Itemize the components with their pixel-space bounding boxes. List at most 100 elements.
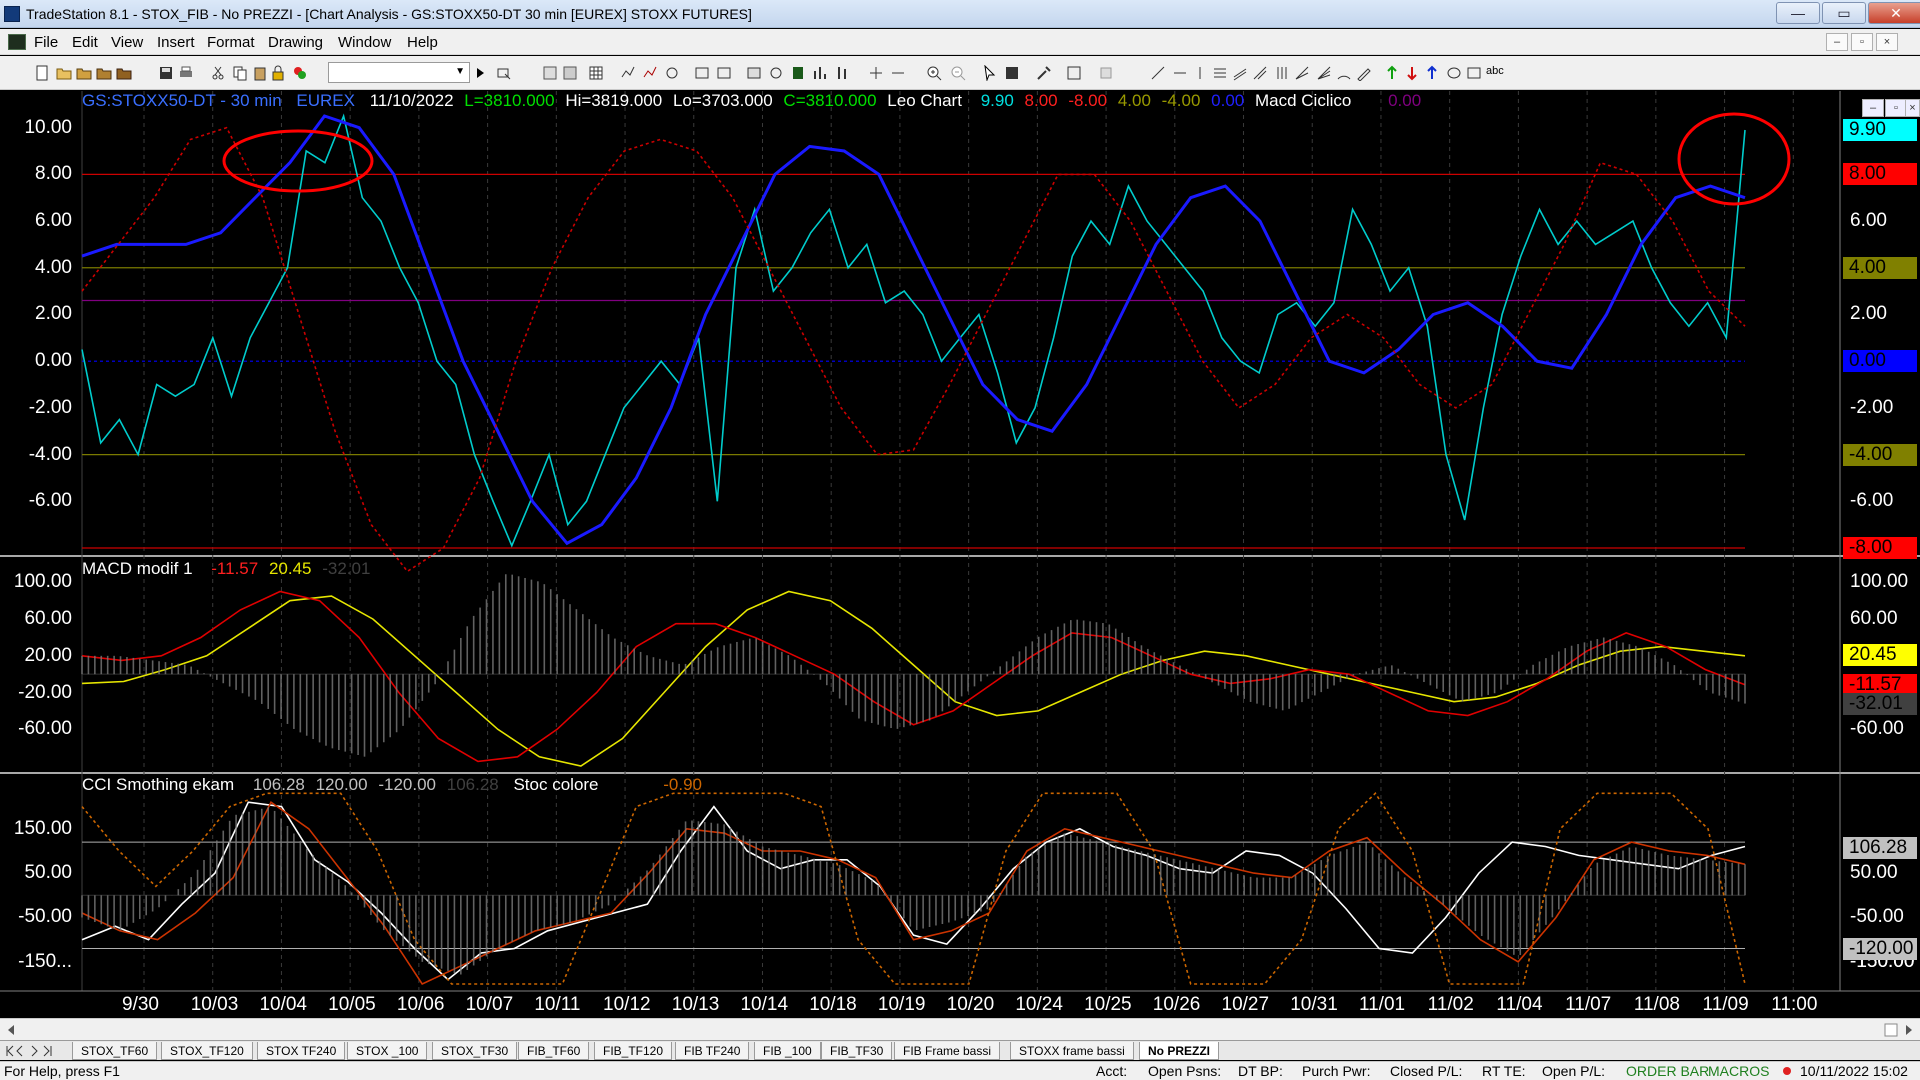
pointer-icon[interactable] [982, 65, 998, 81]
zoom-out-bars-icon[interactable] [890, 65, 906, 81]
rectangle-icon[interactable] [1466, 65, 1482, 81]
menu-insert[interactable]: Insert [157, 34, 195, 51]
right-axis-tick-label: -60.00 [1850, 718, 1904, 740]
ohlc-icon[interactable] [834, 65, 850, 81]
scroll-thumb-icon[interactable] [1884, 1023, 1898, 1037]
save-disk-icon[interactable] [158, 65, 174, 81]
chart-data-icon[interactable] [642, 65, 658, 81]
chevron-down-icon[interactable]: ▼ [455, 66, 465, 77]
minimize-button[interactable]: — [1776, 2, 1820, 24]
tab-navigation-icon[interactable] [4, 1045, 64, 1057]
window-list-icon[interactable] [562, 65, 578, 81]
tools-icon[interactable] [1036, 65, 1052, 81]
format-symbol-icon[interactable] [716, 65, 732, 81]
mdi-close-button[interactable]: × [1876, 33, 1898, 51]
chart-style-icon[interactable] [620, 65, 636, 81]
menu-window[interactable]: Window [338, 34, 391, 51]
text-tool-icon[interactable]: abc [1486, 65, 1510, 81]
arrow-up-green-icon[interactable] [1384, 65, 1400, 81]
speed-lines-icon[interactable] [1294, 65, 1310, 81]
arrow-down-red-icon[interactable] [1404, 65, 1420, 81]
play-arrow-icon[interactable] [472, 65, 488, 81]
pencil-icon[interactable] [1356, 65, 1372, 81]
y-axis-tick-label: -50.00 [18, 906, 72, 928]
ellipse-icon[interactable] [1446, 65, 1462, 81]
tab-fib-tf240[interactable]: FIB TF240 [675, 1042, 750, 1060]
horizontal-scrollbar[interactable] [0, 1018, 1920, 1040]
gann-fan-icon[interactable] [1316, 65, 1332, 81]
tab-stox-tf60[interactable]: STOX_TF60 [72, 1042, 158, 1060]
andrews-pitchfork-icon[interactable] [1252, 65, 1268, 81]
color-palette-icon[interactable] [292, 65, 308, 81]
trendline-icon[interactable] [1150, 65, 1166, 81]
scroll-right-icon[interactable] [1904, 1024, 1914, 1036]
fib-time-icon[interactable] [1274, 65, 1290, 81]
tab-stox-tf240[interactable]: STOX TF240 [257, 1042, 346, 1060]
menu-edit[interactable]: Edit [72, 34, 98, 51]
tab-stox-100[interactable]: STOX _100 [347, 1042, 428, 1060]
data-window-icon[interactable] [790, 65, 806, 81]
alert-icon[interactable] [1098, 65, 1114, 81]
maximize-button[interactable]: ▭ [1822, 2, 1866, 24]
chart-canvas[interactable] [0, 91, 1920, 1024]
strategy-icon[interactable] [768, 65, 784, 81]
open-workspace-icon[interactable] [76, 65, 92, 81]
tab-stoxx-frame-bassi[interactable]: STOXX frame bassi [1010, 1042, 1134, 1060]
status-dt-bp: DT BP: [1238, 1063, 1283, 1079]
arc-icon[interactable] [1336, 65, 1352, 81]
tab-stox-tf30[interactable]: STOX_TF30 [432, 1042, 518, 1060]
tab-fib-100[interactable]: FIB _100 [754, 1042, 821, 1060]
new-icon[interactable] [34, 65, 50, 81]
channel-icon[interactable] [1232, 65, 1248, 81]
menu-drawing[interactable]: Drawing [268, 34, 323, 51]
arrow-up-blue-icon[interactable] [1424, 65, 1440, 81]
chart-analysis-window[interactable]: GS:STOXX50-DT - 30 min EUREX 11/10/2022 … [0, 91, 1920, 1024]
tab-no-prezzi[interactable]: No PREZZI [1139, 1042, 1219, 1060]
status-order-bar[interactable]: ORDER BAR [1626, 1063, 1709, 1079]
tab-fib-tf60[interactable]: FIB_TF60 [518, 1042, 590, 1060]
print-icon[interactable] [178, 65, 194, 81]
chart-window-icon[interactable] [8, 34, 26, 50]
zoom-in-icon[interactable] [926, 65, 942, 81]
grid-icon[interactable] [588, 65, 604, 81]
order-icon[interactable] [1066, 65, 1082, 81]
indicator-icon[interactable] [746, 65, 762, 81]
zoom-in-bars-icon[interactable] [868, 65, 884, 81]
tab-fib-tf30[interactable]: FIB_TF30 [821, 1042, 893, 1060]
paste-icon[interactable] [252, 65, 268, 81]
menu-view[interactable]: View [111, 34, 143, 51]
chart-close-button[interactable]: × [1905, 99, 1920, 117]
status-macros[interactable]: MACROS [1708, 1063, 1769, 1079]
copy-icon[interactable] [232, 65, 248, 81]
scroll-left-icon[interactable] [6, 1024, 16, 1036]
lock-icon[interactable] [270, 65, 286, 81]
horizontal-line-icon[interactable] [1172, 65, 1188, 81]
tab-fib-tf120[interactable]: FIB_TF120 [594, 1042, 673, 1060]
save-icon[interactable] [116, 65, 132, 81]
find-icon[interactable] [496, 65, 512, 81]
tradestation-app-icon[interactable] [4, 6, 20, 22]
chart-restore-button[interactable]: ▫ [1885, 99, 1907, 117]
zoom-out-icon[interactable] [950, 65, 966, 81]
drag-zoom-icon[interactable] [1004, 65, 1020, 81]
tab-fib-frame-bassi[interactable]: FIB Frame bassi [894, 1042, 1001, 1060]
menu-help[interactable]: Help [407, 34, 438, 51]
format-window-icon[interactable] [694, 65, 710, 81]
window-icon[interactable] [542, 65, 558, 81]
vertical-line-icon[interactable] [1192, 65, 1208, 81]
open-icon[interactable] [56, 65, 72, 81]
tab-stox-tf120[interactable]: STOX_TF120 [161, 1042, 253, 1060]
menu-format[interactable]: Format [207, 34, 255, 51]
menu-file[interactable]: File [34, 34, 58, 51]
fibonacci-icon[interactable] [1212, 65, 1228, 81]
close-button[interactable]: ✕ [1868, 2, 1920, 24]
chart-minimize-button[interactable]: – [1862, 99, 1884, 117]
date-tick-label: 10/27 [1221, 994, 1270, 1015]
mdi-restore-button[interactable]: ▫ [1851, 33, 1873, 51]
cut-icon[interactable] [210, 65, 226, 81]
bar-chart-icon[interactable] [812, 65, 828, 81]
refresh-icon[interactable] [664, 65, 680, 81]
mdi-minimize-button[interactable]: – [1826, 33, 1848, 51]
symbol-combo[interactable]: ▼ [328, 62, 470, 83]
folder-icon[interactable] [96, 65, 112, 81]
